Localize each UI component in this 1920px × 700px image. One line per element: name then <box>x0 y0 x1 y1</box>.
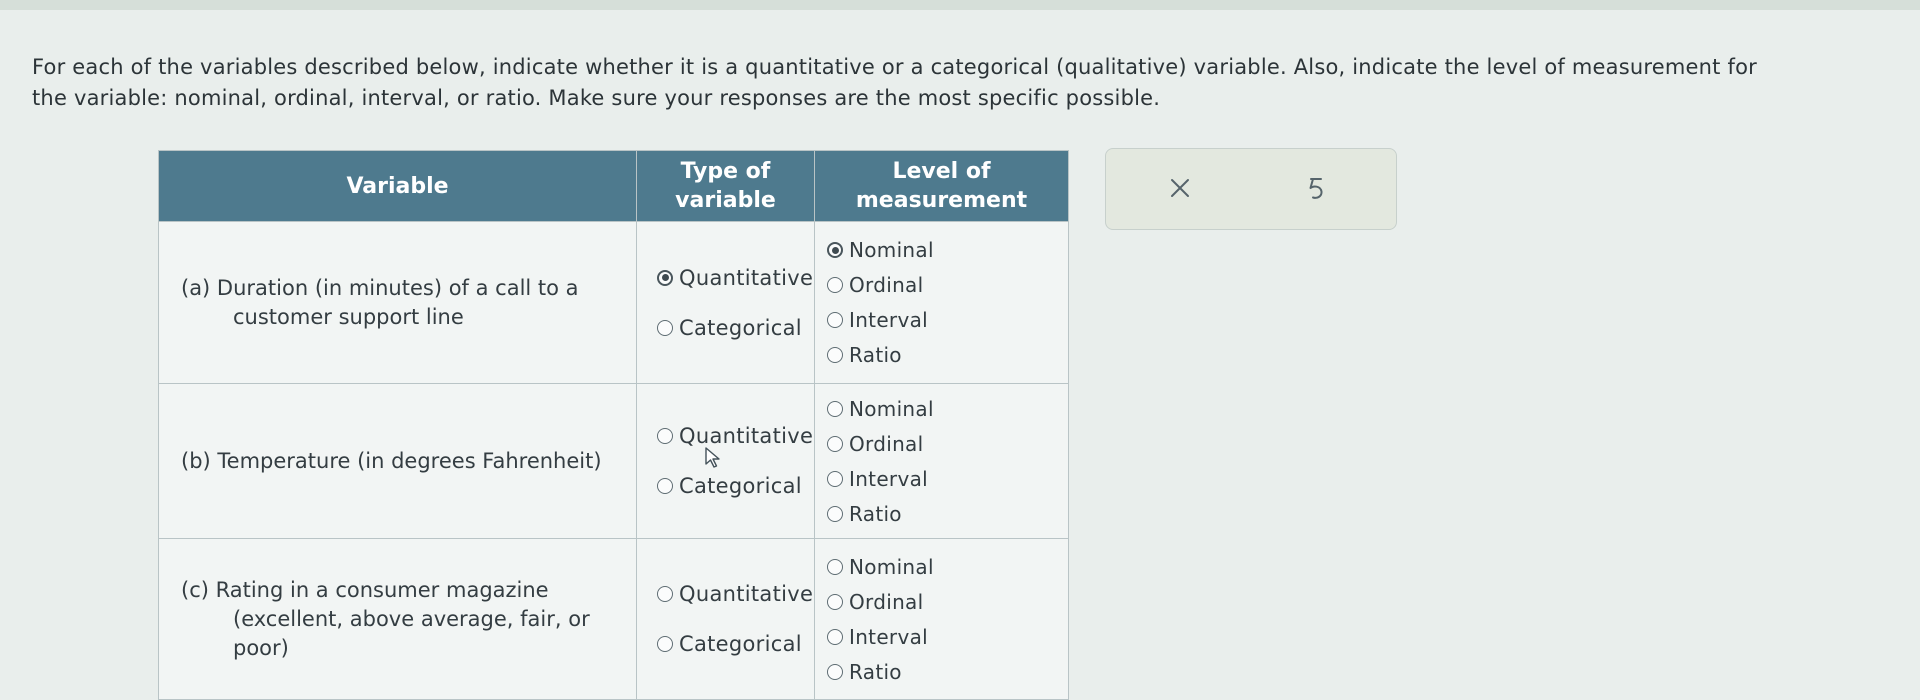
table-header-row: Variable Type of variable Level of measu… <box>158 150 1069 222</box>
option-label: Interval <box>849 308 928 332</box>
level-option-nominal[interactable]: Nominal <box>827 238 1068 262</box>
level-option-interval[interactable]: Interval <box>827 308 1068 332</box>
type-option-quantitative[interactable]: Quantitative <box>657 582 814 606</box>
type-option-categorical[interactable]: Categorical <box>657 474 814 498</box>
mouse-pointer-icon <box>705 447 720 468</box>
type-cell: Quantitative Categorical <box>636 383 815 539</box>
radio-button[interactable] <box>827 663 843 680</box>
radio-button[interactable] <box>657 636 673 652</box>
radio-button[interactable] <box>657 478 673 494</box>
option-label: Ratio <box>849 501 902 526</box>
header-level-line-1: Level of <box>892 159 991 184</box>
close-icon <box>1171 179 1189 197</box>
table-row: (a) Duration (in minutes) of a call to a… <box>158 221 1069 384</box>
question-line-2: the variable: nominal, ordinal, interval… <box>32 86 1161 110</box>
option-label: Ordinal <box>849 589 924 614</box>
option-label: Nominal <box>849 554 934 579</box>
header-type-line-1: Type of <box>680 159 771 184</box>
variable-cell: (c) Rating in a consumer magazine (excel… <box>158 538 637 700</box>
header-variable: Variable <box>158 150 637 222</box>
level-cell: Nominal Ordinal Interval Ratio <box>814 383 1069 539</box>
option-label: Interval <box>849 624 928 649</box>
header-type-line-2: variable <box>675 188 776 213</box>
radio-button[interactable] <box>827 277 843 293</box>
header-level-line-2: measurement <box>855 188 1028 213</box>
option-label: Ordinal <box>849 431 924 456</box>
radio-button[interactable] <box>657 428 673 444</box>
level-option-nominal[interactable]: Nominal <box>827 397 1068 421</box>
option-label: Quantitative <box>679 265 814 290</box>
level-option-ratio[interactable]: Ratio <box>827 660 1068 684</box>
variable-cell: (b) Temperature (in degrees Fahrenheit) <box>158 383 637 539</box>
option-label: Nominal <box>849 396 934 421</box>
radio-button[interactable] <box>827 470 843 487</box>
clear-answer-button[interactable] <box>1160 168 1200 208</box>
header-level-of-measurement: Level of measurement <box>814 150 1069 222</box>
option-label: Interval <box>849 466 928 491</box>
header-type-of-variable: Type of variable <box>636 150 815 222</box>
variable-label: (c) Rating in a consumer magazine (excel… <box>181 577 590 660</box>
type-option-quantitative[interactable]: Quantitative <box>657 266 814 290</box>
variable-label: (a) Duration (in minutes) of a call to a… <box>181 275 579 329</box>
level-option-ordinal[interactable]: Ordinal <box>827 432 1068 456</box>
radio-button[interactable] <box>827 505 843 522</box>
radio-button[interactable] <box>827 400 843 417</box>
answer-toolbar <box>1105 148 1397 230</box>
level-option-interval[interactable]: Interval <box>827 467 1068 491</box>
option-label: Quantitative <box>679 424 814 448</box>
variable-cell: (a) Duration (in minutes) of a call to a… <box>158 221 637 384</box>
type-option-categorical[interactable]: Categorical <box>657 632 814 656</box>
variable-label: (b) Temperature (in degrees Fahrenheit) <box>181 448 602 473</box>
radio-button[interactable] <box>827 347 843 363</box>
radio-button[interactable] <box>827 435 843 452</box>
level-option-ratio[interactable]: Ratio <box>827 502 1068 526</box>
question-line-1: For each of the variables described belo… <box>32 55 1757 79</box>
level-cell: Nominal Ordinal Interval Ratio <box>814 221 1069 384</box>
radio-button[interactable] <box>827 312 843 328</box>
radio-button[interactable] <box>657 586 673 602</box>
type-option-quantitative[interactable]: Quantitative <box>657 424 814 448</box>
option-label: Quantitative <box>679 582 814 606</box>
variables-table: Variable Type of variable Level of measu… <box>158 150 1069 700</box>
undo-button[interactable] <box>1296 168 1336 208</box>
option-label: Categorical <box>679 315 802 340</box>
type-cell: Quantitative Categorical <box>636 538 815 700</box>
option-label: Ordinal <box>849 273 924 297</box>
level-option-ratio[interactable]: Ratio <box>827 343 1068 367</box>
level-option-ordinal[interactable]: Ordinal <box>827 590 1068 614</box>
radio-button[interactable] <box>657 319 673 336</box>
question-prompt: For each of the variables described belo… <box>32 52 1892 114</box>
type-cell: Quantitative Categorical <box>636 221 815 384</box>
type-option-categorical[interactable]: Categorical <box>657 316 814 340</box>
option-label: Categorical <box>679 474 802 498</box>
option-label: Nominal <box>849 238 934 262</box>
undo-icon <box>1309 178 1323 199</box>
table-row: (c) Rating in a consumer magazine (excel… <box>158 538 1069 700</box>
top-band <box>0 0 1920 10</box>
level-option-ordinal[interactable]: Ordinal <box>827 273 1068 297</box>
radio-button[interactable] <box>827 628 843 645</box>
option-label: Categorical <box>679 632 802 656</box>
option-label: Ratio <box>849 343 902 367</box>
level-option-interval[interactable]: Interval <box>827 625 1068 649</box>
level-cell: Nominal Ordinal Interval Ratio <box>814 538 1069 700</box>
level-option-nominal[interactable]: Nominal <box>827 555 1068 579</box>
radio-button[interactable] <box>827 558 843 575</box>
radio-button[interactable] <box>827 242 843 258</box>
table-row: (b) Temperature (in degrees Fahrenheit) … <box>158 383 1069 539</box>
radio-button[interactable] <box>827 593 843 610</box>
option-label: Ratio <box>849 659 902 684</box>
radio-button[interactable] <box>657 269 673 286</box>
